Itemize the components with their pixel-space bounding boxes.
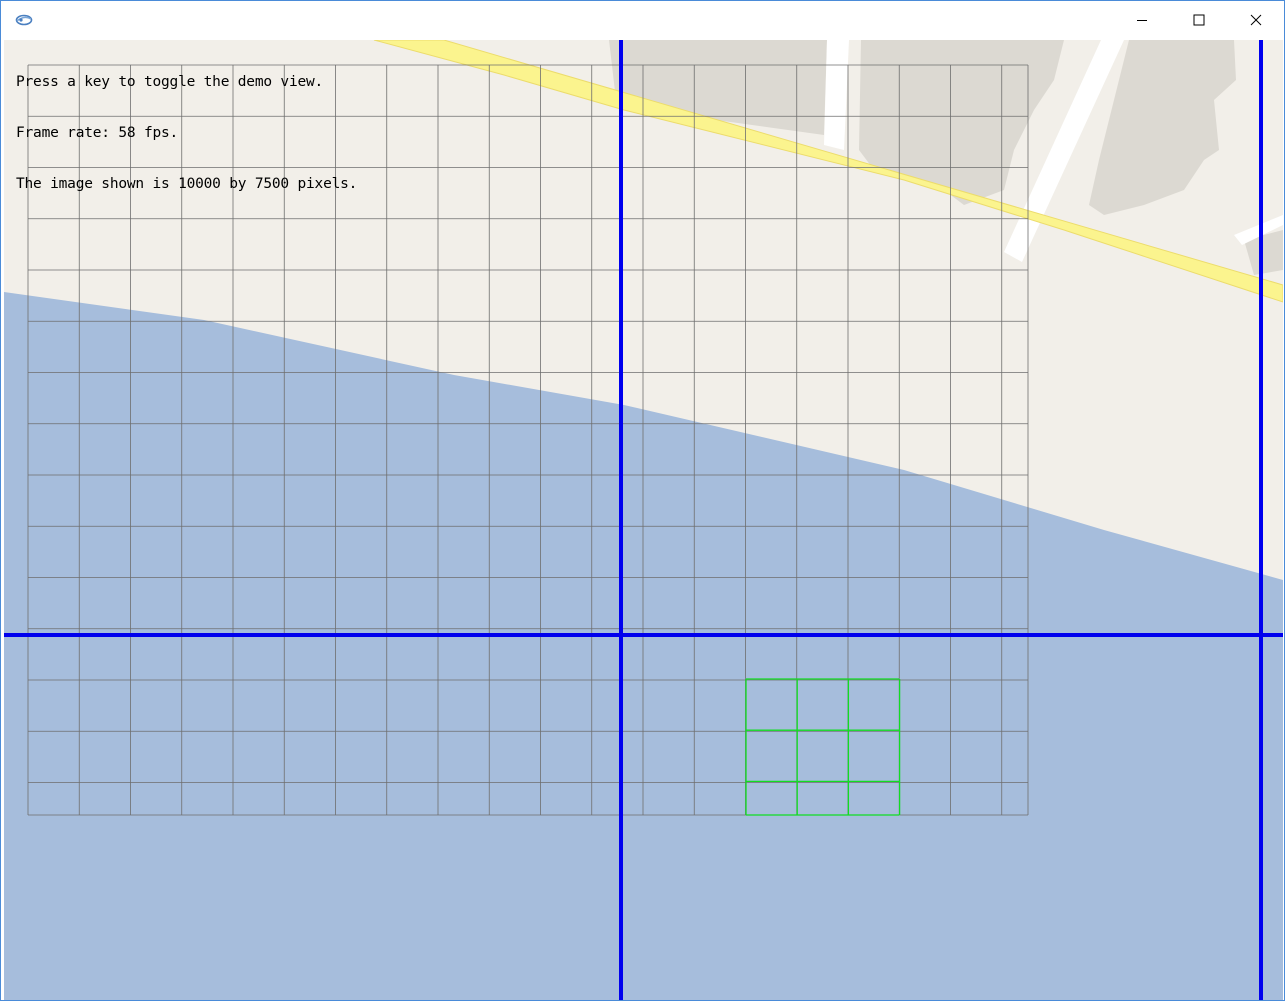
- maximize-icon: [1193, 11, 1205, 30]
- maximize-button[interactable]: [1170, 1, 1227, 39]
- app-window: Press a key to toggle the demo view. Fra…: [0, 0, 1285, 1001]
- info-overlay: Press a key to toggle the demo view. Fra…: [16, 40, 357, 227]
- title-bar[interactable]: [1, 1, 1284, 39]
- app-logo-icon: [15, 12, 33, 26]
- close-button[interactable]: [1227, 1, 1284, 39]
- instruction-text: Press a key to toggle the demo view.: [16, 74, 324, 90]
- minimize-icon: [1136, 11, 1148, 30]
- close-icon: [1250, 11, 1262, 30]
- minimize-button[interactable]: [1113, 1, 1170, 39]
- demo-canvas[interactable]: Press a key to toggle the demo view. Fra…: [4, 40, 1283, 1000]
- frame-rate-text: Frame rate: 58 fps.: [16, 125, 179, 141]
- image-size-text: The image shown is 10000 by 7500 pixels.: [16, 176, 358, 192]
